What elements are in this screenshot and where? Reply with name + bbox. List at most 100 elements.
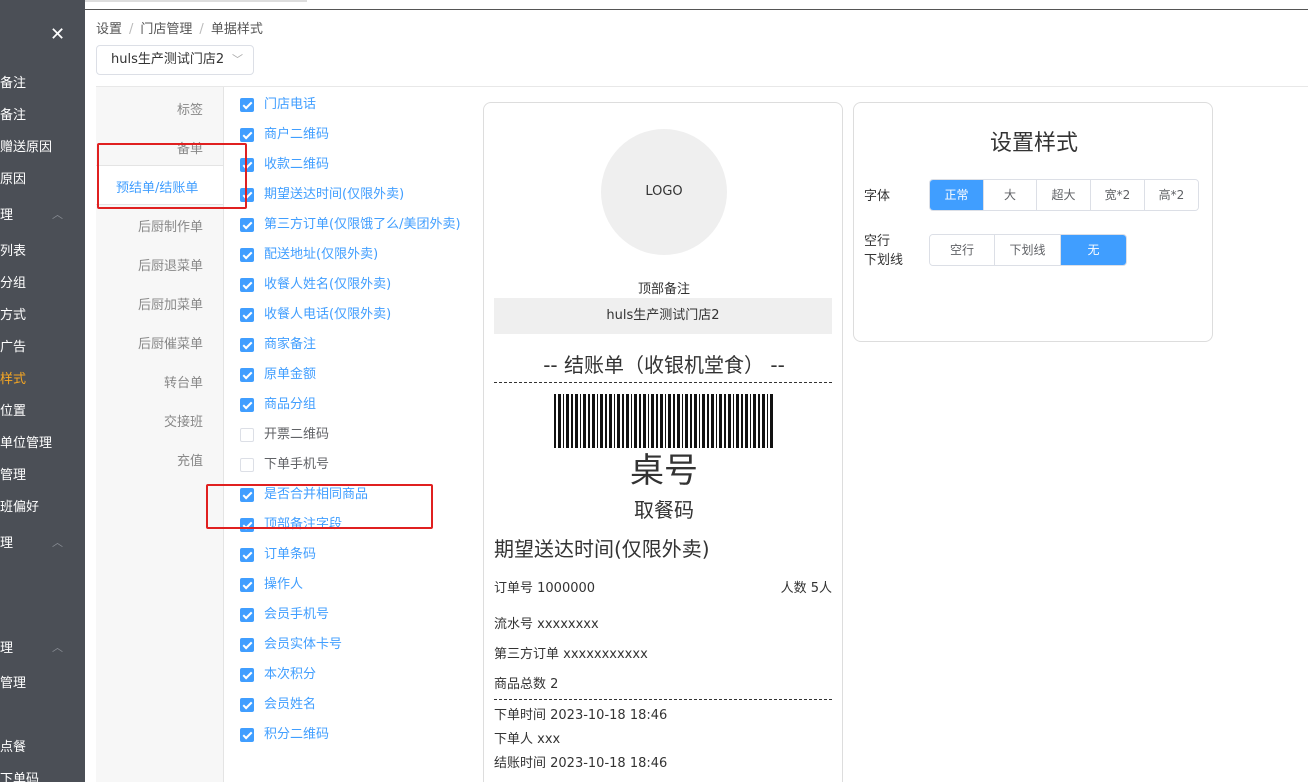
- checkbox-checked-icon[interactable]: [240, 728, 254, 742]
- option-label: 会员手机号: [264, 607, 330, 622]
- style-settings-title: 设置样式: [989, 131, 1078, 156]
- people-count: 人数 5人: [780, 581, 832, 596]
- sidebar-item[interactable]: 单位管理: [0, 432, 52, 451]
- checkbox-checked-icon[interactable]: [240, 308, 254, 322]
- pickup-code: 取餐码: [634, 498, 694, 522]
- segment-option[interactable]: 正常: [930, 180, 984, 210]
- style-settings-panel: 设置样式 字体 正常大超大 宽*2 高*2 空行 下划线 空行 下划线无: [853, 102, 1213, 342]
- checkbox-checked-icon[interactable]: [240, 608, 254, 622]
- segment-option[interactable]: 大: [984, 180, 1037, 210]
- option-label: 商家备注: [264, 337, 317, 352]
- checkbox-checked-icon[interactable]: [240, 398, 254, 412]
- table-number: 桌号: [630, 451, 698, 491]
- option-label: 商品分组: [264, 397, 317, 412]
- sidebar-item[interactable]: 管理: [0, 672, 26, 691]
- font-label: 字体: [864, 189, 891, 204]
- sidebar-item[interactable]: 备注: [0, 104, 26, 123]
- store-name: huls生产测试门店2: [494, 298, 832, 334]
- option-label: 配送地址(仅限外卖): [264, 247, 379, 262]
- tab-label[interactable]: 标签: [177, 99, 203, 118]
- option-label: 会员实体卡号: [264, 637, 343, 652]
- option-label: 商户二维码: [264, 127, 330, 142]
- sidebar-item[interactable]: 赠送原因: [0, 136, 52, 155]
- sidebar-item[interactable]: 备注: [0, 72, 26, 91]
- store-select[interactable]: huls生产测试门店2 ﹀: [96, 45, 254, 75]
- order-barcode: [554, 394, 774, 448]
- checkbox-checked-icon[interactable]: [240, 98, 254, 112]
- sidebar-item[interactable]: 班偏好: [0, 496, 39, 515]
- checkbox-checked-icon[interactable]: [240, 218, 254, 232]
- checkbox-checked-icon[interactable]: [240, 638, 254, 652]
- checkbox-checked-icon[interactable]: [240, 128, 254, 142]
- order-number: 订单号 1000000: [494, 581, 596, 596]
- chevron-down-icon: ﹀: [232, 53, 243, 66]
- segment-option[interactable]: 超大: [1037, 180, 1091, 210]
- sidebar-item[interactable]: 点餐: [0, 736, 26, 755]
- checkbox-checked-icon[interactable]: [240, 578, 254, 592]
- option-label: 收款二维码: [264, 157, 330, 172]
- field-options-list: 门店名称门店电话商户二维码收款二维码期望送达时间(仅限外卖)第三方订单(仅限饿了…: [240, 87, 480, 782]
- close-icon[interactable]: ✕: [50, 24, 65, 45]
- chevron-up-icon[interactable]: ︿: [52, 639, 63, 655]
- blank-line-label-1: 空行: [864, 234, 891, 249]
- logo-placeholder: LOGO: [601, 129, 727, 255]
- checkbox-checked-icon[interactable]: [240, 368, 254, 382]
- tab-shift-handover[interactable]: 交接班: [164, 411, 203, 430]
- segment-option[interactable]: 下划线: [995, 235, 1061, 265]
- checkbox-checked-icon[interactable]: [240, 248, 254, 262]
- tab-kitchen-urge[interactable]: 后厨催菜单: [138, 333, 203, 352]
- option-label: 门店电话: [264, 97, 317, 112]
- option-label: 第三方订单(仅限饿了么/美团外卖): [264, 217, 461, 232]
- segment-option[interactable]: 高*2: [1145, 180, 1198, 210]
- sidebar-item[interactable]: 下单码: [0, 768, 39, 782]
- sidebar-item[interactable]: 管理: [0, 464, 26, 483]
- sidebar-item[interactable]: 列表: [0, 240, 26, 259]
- checkbox-checked-icon[interactable]: [240, 698, 254, 712]
- segment-option[interactable]: 空行: [930, 235, 995, 265]
- option-label: 积分二维码: [264, 727, 330, 742]
- option-label: 本次积分: [264, 667, 317, 682]
- sidebar-item[interactable]: 广告: [0, 336, 26, 355]
- top-note: 顶部备注: [637, 282, 690, 297]
- sidebar-item[interactable]: 分组: [0, 272, 26, 291]
- sidebar-item[interactable]: 位置: [0, 400, 26, 419]
- breadcrumb-separator: /: [129, 22, 134, 37]
- top-tab-stub: [85, 0, 307, 2]
- checkbox-checked-icon[interactable]: [240, 668, 254, 682]
- option-label: 收餐人姓名(仅限外卖): [264, 277, 392, 292]
- tab-recharge[interactable]: 充值: [177, 450, 203, 469]
- sidebar-item[interactable]: 理: [0, 204, 13, 223]
- dashed-divider: [494, 382, 832, 383]
- checkbox-unchecked-icon[interactable]: [240, 428, 254, 442]
- receipt-preview: LOGO 顶部备注 huls生产测试门店2 -- 结账单（收银机堂食） -- 桌…: [483, 102, 843, 782]
- sidebar-item[interactable]: 理: [0, 532, 13, 551]
- option-label: 下单手机号: [264, 457, 330, 472]
- orderer: 下单人 xxx: [494, 732, 561, 747]
- segment-option[interactable]: 无: [1061, 235, 1126, 265]
- breadcrumb-item[interactable]: 设置: [96, 22, 122, 37]
- checkbox-checked-icon[interactable]: [240, 338, 254, 352]
- order-time: 下单时间 2023-10-18 18:46: [494, 708, 668, 723]
- sidebar-item[interactable]: 理: [0, 637, 13, 656]
- chevron-up-icon[interactable]: ︿: [52, 534, 63, 550]
- checkbox-unchecked-icon[interactable]: [240, 458, 254, 472]
- sidebar-item[interactable]: 方式: [0, 304, 26, 323]
- breadcrumb-item: 单据样式: [210, 22, 263, 37]
- dashed-divider: [494, 699, 832, 700]
- sidebar-item[interactable]: 样式: [0, 368, 26, 387]
- annotation-box: [206, 484, 433, 529]
- tab-kitchen-return[interactable]: 后厨退菜单: [138, 255, 203, 274]
- blank-line-label-2: 下划线: [864, 253, 904, 268]
- option-label: 操作人: [264, 577, 304, 592]
- tab-kitchen-make[interactable]: 后厨制作单: [138, 216, 203, 235]
- option-label: 收餐人电话(仅限外卖): [264, 307, 392, 322]
- breadcrumb-item[interactable]: 门店管理: [140, 22, 192, 37]
- chevron-up-icon[interactable]: ︿: [52, 206, 63, 222]
- checkbox-checked-icon[interactable]: [240, 548, 254, 562]
- serial-number: 流水号 xxxxxxxx: [494, 617, 599, 632]
- tab-kitchen-add[interactable]: 后厨加菜单: [138, 294, 203, 313]
- sidebar-item[interactable]: 原因: [0, 168, 26, 187]
- tab-transfer-table[interactable]: 转台单: [164, 372, 203, 391]
- segment-option[interactable]: 宽*2: [1091, 180, 1145, 210]
- checkbox-checked-icon[interactable]: [240, 278, 254, 292]
